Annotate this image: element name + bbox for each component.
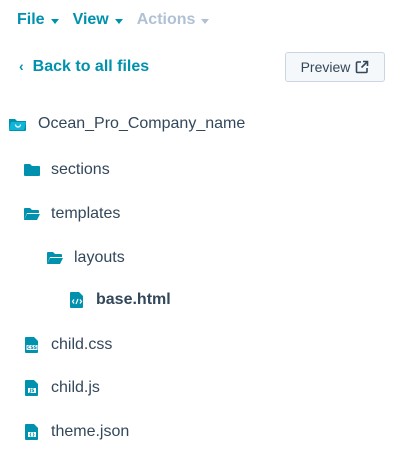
- menu-bar: File View Actions: [17, 10, 210, 30]
- tree-item-label: sections: [51, 161, 110, 178]
- view-menu[interactable]: View: [73, 11, 123, 29]
- tree-item-label: theme.json: [51, 423, 130, 440]
- folder-icon: [23, 161, 41, 179]
- tree-item-child-css[interactable]: CSS child.css: [23, 334, 112, 356]
- tree-item-layouts[interactable]: layouts: [46, 247, 125, 269]
- tree-item-child-js[interactable]: JS child.js: [23, 377, 100, 399]
- tree-item-base-html[interactable]: base.html: [68, 289, 171, 311]
- tree-item-theme-json[interactable]: {} theme.json: [23, 421, 129, 443]
- chevron-down-icon: [114, 18, 123, 24]
- preview-button[interactable]: Preview: [285, 52, 385, 82]
- chevron-left-icon: ‹: [19, 58, 24, 74]
- tree-item-sections[interactable]: sections: [23, 159, 110, 181]
- tree-item-root[interactable]: Ocean_Pro_Company_name: [8, 113, 245, 135]
- folder-open-icon: [23, 205, 41, 223]
- tree-item-label: base.html: [96, 291, 171, 308]
- json-file-icon: {}: [23, 423, 41, 441]
- chevron-down-icon: [50, 18, 59, 24]
- file-menu[interactable]: File: [17, 11, 59, 29]
- folder-open-icon: [46, 249, 64, 267]
- actions-menu-label: Actions: [136, 11, 196, 28]
- js-file-icon: JS: [23, 379, 41, 397]
- tree-item-label: layouts: [74, 249, 125, 266]
- svg-text:{}: {}: [29, 432, 36, 438]
- preview-button-label: Preview: [300, 59, 351, 75]
- tree-item-templates[interactable]: templates: [23, 203, 120, 225]
- svg-text:JS: JS: [28, 388, 34, 394]
- tree-item-label: child.js: [51, 379, 100, 396]
- html-file-icon: [68, 291, 86, 309]
- tree-item-label: templates: [51, 205, 121, 222]
- actions-menu[interactable]: Actions: [137, 11, 210, 29]
- external-link-icon: [355, 60, 369, 74]
- tree-item-label: Ocean_Pro_Company_name: [38, 115, 246, 132]
- back-to-all-files-link[interactable]: ‹ Back to all files: [19, 57, 149, 77]
- back-link-label: Back to all files: [32, 58, 150, 75]
- theme-folder-icon: [8, 115, 28, 133]
- file-menu-label: File: [17, 11, 45, 28]
- view-menu-label: View: [72, 11, 109, 28]
- tree-item-label: child.css: [51, 336, 113, 353]
- chevron-down-icon: [201, 18, 210, 24]
- svg-text:CSS: CSS: [27, 345, 37, 351]
- css-file-icon: CSS: [23, 336, 41, 354]
